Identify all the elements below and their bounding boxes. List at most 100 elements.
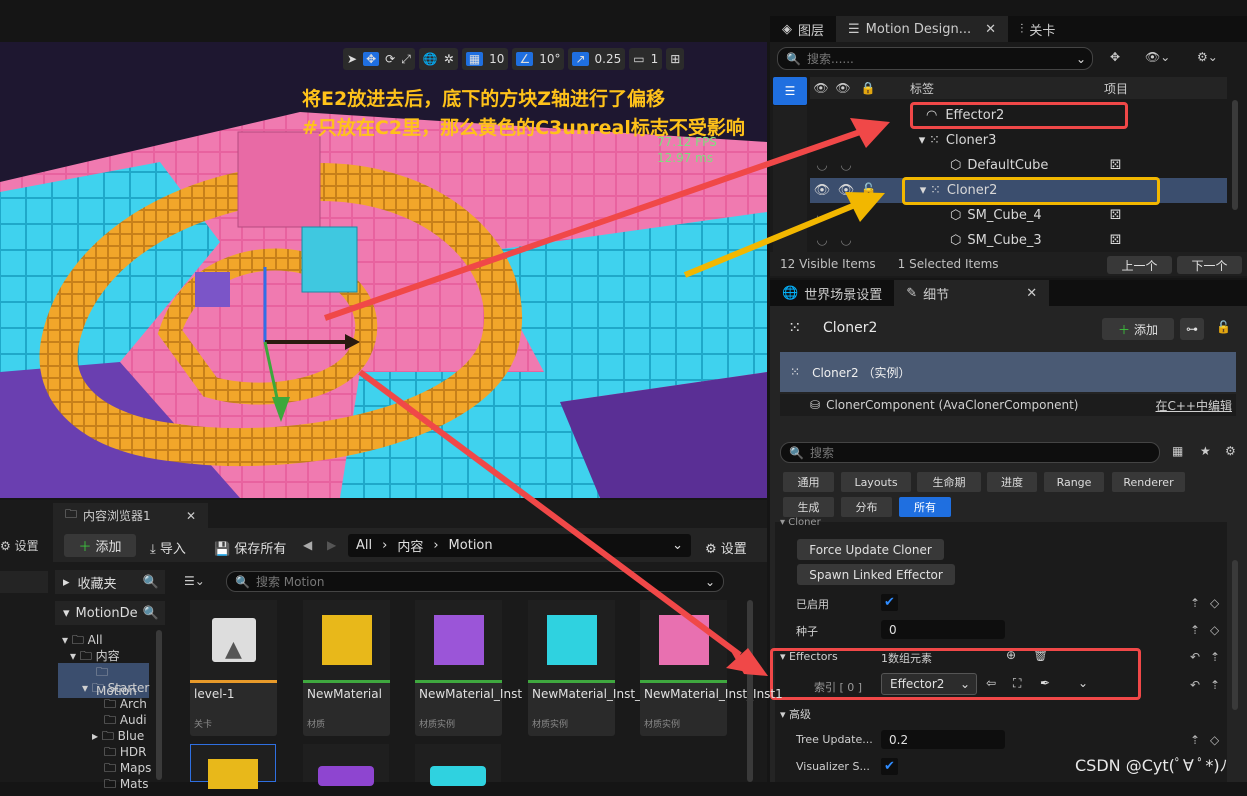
prev-button[interactable]: 上一个 — [1107, 256, 1172, 274]
scale-snap-group[interactable]: ↗ 0.25 — [568, 48, 626, 70]
blueprint-button[interactable]: ⊶ — [1180, 318, 1204, 340]
keyframe-icon[interactable]: ◇ — [1210, 623, 1219, 637]
reset-icon[interactable]: ⇡ — [1210, 678, 1220, 692]
eye-closed-icon[interactable]: ◡ — [810, 208, 834, 223]
tree-item-mats[interactable]: 🗀 Mats — [104, 775, 149, 796]
asset-newmaterial-inst[interactable]: NewMaterial_Inst 材质实例 — [415, 600, 522, 736]
outliner-scrollbar[interactable] — [1232, 100, 1238, 210]
details-search-input[interactable]: 🔍 搜索 — [780, 442, 1160, 463]
tab-content-browser[interactable]: 🗀 内容浏览器1 ✕ — [53, 503, 208, 528]
force-update-cloner-button[interactable]: Force Update Cloner — [797, 539, 944, 560]
favorites-header[interactable]: ▸ 收藏夹 🔍 — [55, 570, 165, 594]
visualizer-checkbox[interactable]: ✔ — [881, 758, 898, 775]
scale-tool-icon[interactable]: ⤢ — [401, 52, 411, 67]
grid-snap-group[interactable]: ▦ 10 — [461, 48, 509, 70]
reset-icon[interactable]: ⇡ — [1210, 650, 1220, 664]
reset-arrow-icon[interactable]: ↶ — [1190, 650, 1200, 664]
world-space-icon[interactable]: 🌐 — [423, 52, 438, 66]
filter-range[interactable]: Range — [1044, 472, 1104, 492]
move-tool-icon[interactable]: ✥ — [363, 52, 380, 66]
asset-row2-tile[interactable] — [415, 744, 501, 786]
enabled-checkbox[interactable]: ✔ — [881, 594, 898, 611]
keyframe-icon[interactable]: ◇ — [1210, 733, 1219, 747]
filter-spawn[interactable]: 生成 — [783, 497, 834, 517]
add-actor-icon[interactable]: ✥ — [1110, 50, 1120, 64]
filter-distribution[interactable]: 分布 — [841, 497, 892, 517]
search-icon[interactable]: 🔍 — [143, 606, 159, 621]
asset-level-1[interactable]: ▲ level-1 关卡 — [190, 600, 277, 736]
details-scrollbar[interactable] — [1232, 560, 1238, 710]
filter-icon[interactable]: ☰⌄ — [184, 574, 205, 588]
outliner-row-sm-cube-3[interactable]: ◡ ◡ ⬡ SM_Cube_3 ⚄ — [810, 228, 1227, 253]
camera-speed-value[interactable]: 1 — [651, 52, 659, 66]
keyframe-icon[interactable]: ◇ — [1210, 596, 1219, 610]
filter-layouts[interactable]: Layouts — [841, 472, 911, 492]
surface-snap-icon[interactable]: ✲ — [444, 52, 454, 66]
reset-icon[interactable]: ⇡ — [1190, 733, 1200, 747]
import-button[interactable]: ⤓ 导入 — [150, 538, 186, 557]
outliner-row-cloner3[interactable]: ▾ ⁙ Cloner3 — [915, 128, 1215, 153]
eye-open-icon[interactable]: 👁 — [810, 183, 834, 198]
tree-scrollbar[interactable] — [156, 630, 162, 780]
eye-closed-icon[interactable]: ◡ — [810, 233, 834, 248]
filter-general[interactable]: 通用 — [783, 472, 834, 492]
grid-snap-value[interactable]: 10 — [489, 52, 504, 66]
spawn-linked-effector-button[interactable]: Spawn Linked Effector — [797, 564, 955, 585]
reset-icon[interactable]: ⇡ — [1190, 623, 1200, 637]
grid-snap-icon[interactable]: ▦ — [465, 52, 484, 66]
tree-update-input[interactable]: 0.2 — [881, 730, 1005, 749]
tab-world-settings[interactable]: 🌐 世界场景设置 — [770, 280, 894, 306]
next-button[interactable]: 下一个 — [1177, 256, 1242, 274]
camera-icon[interactable]: ▭ — [633, 52, 644, 66]
asset-row2-tile[interactable] — [303, 744, 389, 786]
tab-level[interactable]: ⫶ 关卡 — [1008, 16, 1067, 42]
outliner-row-defaultcube[interactable]: ◡ ◡ ⬡ DefaultCube ⚄ — [810, 153, 1227, 178]
eye-closed-icon[interactable]: ◡ — [834, 158, 858, 173]
back-arrow-icon[interactable]: ◀ — [303, 538, 312, 552]
visibility-filter-icon[interactable]: 👁⌄ — [1145, 50, 1170, 64]
expand-arrow-icon[interactable]: ▾ — [915, 133, 929, 148]
close-icon[interactable]: ✕ — [985, 22, 996, 37]
select-tool-icon[interactable]: ➤ — [347, 52, 357, 66]
component-row[interactable]: ⛁ ClonerComponent (AvaClonerComponent) 在… — [780, 394, 1236, 416]
add-button[interactable]: ＋ 添加 — [64, 534, 136, 557]
rotation-snap-value[interactable]: 10° — [539, 52, 560, 66]
rotation-snap-group[interactable]: ∠ 10° — [512, 48, 565, 70]
scale-snap-value[interactable]: 0.25 — [595, 52, 622, 66]
outliner-row-sm-cube-4[interactable]: ◡ ⬡ SM_Cube_4 ⚄ — [810, 203, 1227, 228]
settings-gear-icon[interactable]: ⚙⌄ — [1197, 50, 1218, 64]
project-root-header[interactable]: ▾ MotionDe 🔍 — [55, 601, 165, 625]
asset-newmaterial-inst-inst[interactable]: NewMaterial_Inst_Inst 材质实例 — [528, 600, 663, 736]
forward-arrow-icon[interactable]: ▶ — [327, 538, 336, 552]
chevron-down-icon[interactable]: ⌄ — [1076, 52, 1086, 66]
tab-motion-design[interactable]: ☰ Motion Design... ✕ — [836, 16, 1009, 42]
breadcrumb-all[interactable]: All — [356, 538, 372, 553]
chevron-down-icon[interactable]: ⌄ — [705, 575, 715, 589]
add-component-button[interactable]: ＋ 添加 — [1102, 318, 1174, 340]
eye-closed-icon[interactable]: ◡ — [810, 158, 834, 173]
viewport-layout-icon[interactable]: ⊞ — [670, 52, 680, 66]
section-cloner-header[interactable]: ▾ Cloner — [780, 517, 821, 528]
favorite-star-icon[interactable]: ★ — [1200, 444, 1211, 458]
asset-search-input[interactable]: 🔍 搜索 Motion ⌄ — [226, 571, 724, 592]
rotate-tool-icon[interactable]: ⟳ — [385, 52, 395, 66]
chevron-down-icon[interactable]: ⌄ — [672, 538, 683, 553]
left-settings[interactable]: ⚙ 设置 — [0, 537, 39, 554]
filter-renderer[interactable]: Renderer — [1112, 472, 1185, 492]
eye-closed-icon[interactable]: ◡ — [834, 233, 858, 248]
reset-icon[interactable]: ⇡ — [1190, 596, 1200, 610]
eye-open-icon[interactable]: 👁 — [834, 183, 858, 198]
close-icon[interactable]: ✕ — [1026, 286, 1037, 301]
filter-all[interactable]: 所有 — [899, 497, 951, 517]
edit-cpp-link[interactable]: 在C++中编辑 — [1156, 397, 1233, 414]
scale-snap-icon[interactable]: ↗ — [572, 52, 589, 66]
save-all-button[interactable]: 💾 保存所有 — [214, 538, 286, 557]
camera-speed-group[interactable]: ▭ 1 — [629, 48, 663, 70]
close-icon[interactable]: ✕ — [186, 509, 196, 523]
layout-group[interactable]: ⊞ — [666, 48, 685, 70]
filter-progress[interactable]: 进度 — [987, 472, 1037, 492]
reset-arrow-icon[interactable]: ↶ — [1190, 678, 1200, 692]
asset-newmaterial-inst-inst1[interactable]: NewMaterial_Inst_Inst1 材质实例 — [640, 600, 783, 736]
tab-layers[interactable]: ◈ 图层 — [770, 16, 836, 42]
asset-row2-tile[interactable] — [190, 744, 276, 789]
